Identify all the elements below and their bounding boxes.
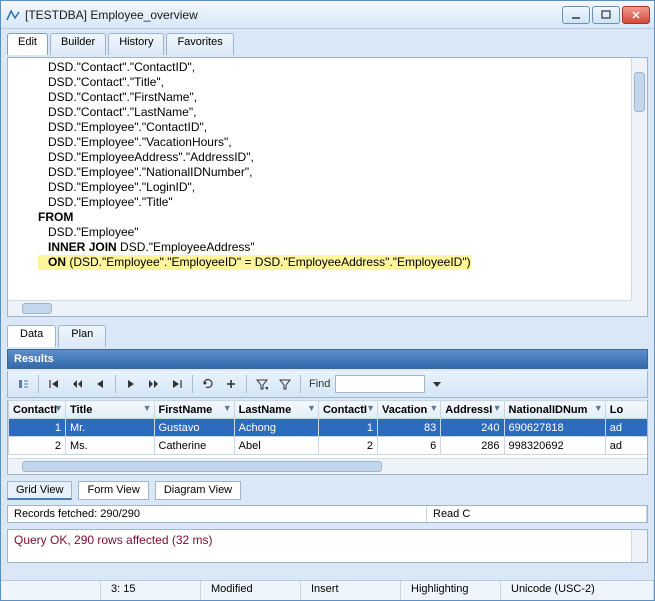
grid-hscroll-thumb[interactable] [22,461,382,472]
chevron-down-icon[interactable]: ▼ [54,403,63,413]
refresh-button[interactable] [197,374,219,394]
sql-editor[interactable]: DSD."Contact"."ContactID", DSD."Contact"… [8,58,631,300]
find-dropdown-button[interactable] [426,374,448,394]
filter-button[interactable] [274,374,296,394]
titlebar[interactable]: [TESTDBA] Employee_overview [1,1,654,29]
chevron-down-icon[interactable]: ▼ [366,403,375,413]
editor-vertical-scrollbar[interactable] [631,58,647,300]
main-tabset: Edit Builder History Favorites [7,33,648,55]
message-scrollbar[interactable] [631,530,647,562]
table-header-row: ContactI▼ Title▼ FirstName▼ LastName▼ Co… [9,401,648,419]
tab-history[interactable]: History [108,33,164,55]
chevron-down-icon[interactable]: ▼ [594,403,603,413]
col-firstname[interactable]: FirstName▼ [154,401,234,419]
grid-horizontal-scrollbar[interactable] [8,458,647,474]
read-committed-label: Read C [427,506,647,522]
find-input[interactable] [335,375,425,393]
tab-edit[interactable]: Edit [7,33,48,55]
view-tabset: Grid View Form View Diagram View [7,481,648,500]
find-label: Find [309,378,330,390]
tab-plan[interactable]: Plan [58,325,106,347]
hscroll-thumb[interactable] [22,303,52,314]
detail-icon[interactable] [12,374,34,394]
table-row[interactable]: 2 Ms. Catherine Abel 2 6 286 998320692 a… [9,437,648,455]
editor-horizontal-scrollbar[interactable] [8,300,631,316]
results-grid[interactable]: ContactI▼ Title▼ FirstName▼ LastName▼ Co… [7,400,648,475]
next-record-button[interactable] [120,374,142,394]
chevron-down-icon[interactable]: ▼ [143,403,152,413]
cursor-position: 3: 15 [101,581,201,600]
table-row[interactable]: 1 Mr. Gustavo Achong 1 83 240 690627818 … [9,419,648,437]
status-highlighting: Highlighting [401,581,501,600]
col-nationalid[interactable]: NationalIDNum▼ [504,401,605,419]
window-buttons [562,6,650,24]
last-record-button[interactable] [166,374,188,394]
tab-data[interactable]: Data [7,325,56,347]
query-message: Query OK, 290 rows affected (32 ms) [14,533,213,547]
col-login[interactable]: Lo [605,401,647,419]
col-vacation[interactable]: Vacation▼ [378,401,441,419]
records-fetched-label: Records fetched: 290/290 [8,506,427,522]
prev-page-button[interactable] [66,374,88,394]
filter-dropdown-button[interactable] [251,374,273,394]
status-encoding: Unicode (USC-2) [501,581,654,600]
minimize-button[interactable] [562,6,590,24]
sql-editor-panel: DSD."Contact"."ContactID", DSD."Contact"… [7,57,648,317]
tab-builder[interactable]: Builder [50,33,106,55]
scroll-corner [631,300,647,316]
tab-favorites[interactable]: Favorites [166,33,233,55]
vscroll-thumb[interactable] [634,72,645,112]
results-toolbar: Find [7,371,648,398]
chevron-down-icon[interactable]: ▼ [307,403,316,413]
maximize-button[interactable] [592,6,620,24]
prev-record-button[interactable] [89,374,111,394]
statusbar: 3: 15 Modified Insert Highlighting Unico… [1,580,654,600]
chevron-down-icon[interactable]: ▼ [223,403,232,413]
col-contactid2[interactable]: ContactI▼ [318,401,377,419]
col-title[interactable]: Title▼ [65,401,154,419]
chevron-down-icon[interactable]: ▼ [493,403,502,413]
col-lastname[interactable]: LastName▼ [234,401,318,419]
status-insert: Insert [301,581,401,600]
window-title: [TESTDBA] Employee_overview [25,8,562,22]
status-empty [1,581,101,600]
tab-form-view[interactable]: Form View [78,481,148,500]
app-window: [TESTDBA] Employee_overview Edit Builder… [0,0,655,601]
chevron-down-icon[interactable]: ▼ [429,403,438,413]
col-addressid[interactable]: AddressI▼ [441,401,504,419]
fetch-status: Records fetched: 290/290 Read C [7,505,648,523]
app-icon [5,7,21,23]
first-record-button[interactable] [43,374,65,394]
message-panel: Query OK, 290 rows affected (32 ms) [7,529,648,563]
results-header: Results [7,349,648,369]
tab-diagram-view[interactable]: Diagram View [155,481,241,500]
next-page-button[interactable] [143,374,165,394]
new-record-button[interactable] [220,374,242,394]
col-contactid[interactable]: ContactI▼ [9,401,66,419]
status-modified: Modified [201,581,301,600]
client-area: Edit Builder History Favorites DSD."Cont… [1,29,654,580]
tab-grid-view[interactable]: Grid View [7,481,72,500]
close-button[interactable] [622,6,650,24]
results-tabset: Data Plan [7,325,648,347]
